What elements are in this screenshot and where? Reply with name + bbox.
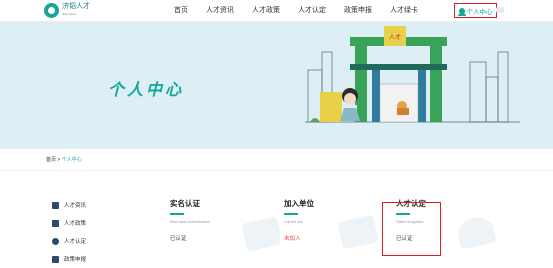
divider [0,170,553,171]
card-title: 实名认证 [170,199,200,208]
breadcrumb-home[interactable]: 首页 [46,157,56,163]
sidebar-item-label: 人才政策 [64,221,87,227]
city-illustration: 人才 [305,26,520,123]
card-underline [170,213,184,215]
card-join-unit[interactable]: 加入单位 Join the unit 未加入 [284,198,394,265]
nav-talent-greencard[interactable]: 人才绿卡 [390,0,418,22]
logo-mark-icon [44,3,59,18]
sidebar-item-talent-policy[interactable]: 人才政策 [52,214,132,232]
logo-text: 济韬人才 Jitao talent [62,3,90,18]
nav-home[interactable]: 首页 [174,0,188,22]
breadcrumb: 首页 > 个人中心 [46,156,82,163]
document-icon [337,214,379,250]
card-realname-auth[interactable]: 实名认证 Real name authentication 已认证 [170,198,280,265]
nav-talent-news[interactable]: 人才资讯 [206,0,234,22]
sidebar-menu: 人才资讯 人才政策 人才认定 政策申报 [52,196,132,268]
user-icon [52,237,59,245]
breadcrumb-current: 个人中心 [61,157,82,163]
policy-icon [52,219,59,227]
nav-talent-recognition[interactable]: 人才认定 [298,0,326,22]
top-header: 济韬人才 Jitao talent 首页 人才资讯 人才政策 人才认定 政策申报… [0,0,553,22]
user-icon [457,7,466,16]
banner-title: 个人中心 [108,82,185,99]
sidebar-item-label: 人才认定 [64,239,87,245]
breadcrumb-separator: > [57,157,61,163]
nav-talent-policy[interactable]: 人才政策 [252,0,280,22]
site-logo[interactable]: 济韬人才 Jitao talent [44,3,90,18]
sidebar-item-policy-declare[interactable]: 政策申报 [52,250,132,268]
username-placeholder [496,7,504,13]
gate-sign: 人才 [389,33,401,41]
sidebar-item-label: 政策申报 [64,257,87,263]
highlight-box [382,202,441,256]
sidebar-item-label: 人才资讯 [64,203,87,209]
card-title: 加入单位 [284,199,314,208]
logo-name: 济韬人才 [62,3,90,10]
main-nav: 首页 人才资讯 人才政策 人才认定 政策申报 人才绿卡 [174,0,436,22]
news-icon [52,201,59,209]
hero-banner: 个人中心 人才 [0,22,553,149]
status-cards: 实名认证 Real name authentication 已认证 加入单位 J… [150,198,553,265]
id-card-icon [241,216,280,252]
user-center-button[interactable]: 个人中心 [454,3,497,18]
logo-subtitle: Jitao talent [62,12,77,16]
nav-policy-declare[interactable]: 政策申报 [344,0,372,22]
card-underline [284,213,298,215]
sidebar-item-talent-news[interactable]: 人才资讯 [52,196,132,214]
declare-icon [52,255,59,263]
sidebar-item-talent-recognition[interactable]: 人才认定 [52,232,132,250]
user-center-label: 个人中心 [466,8,493,16]
